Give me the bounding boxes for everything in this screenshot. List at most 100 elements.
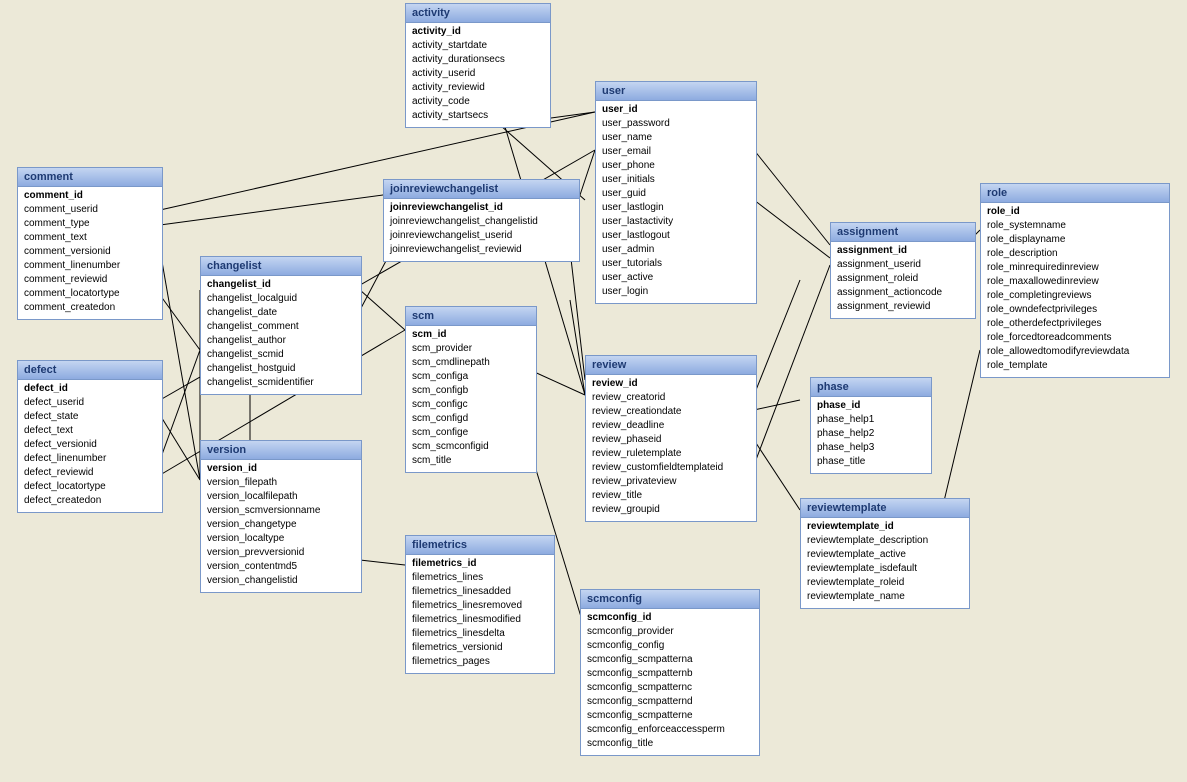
- entity-changelist[interactable]: changelistchangelist_idchangelist_localg…: [200, 256, 362, 395]
- field-joinreviewchangelist_userid[interactable]: joinreviewchangelist_userid: [390, 229, 573, 243]
- field-version_changelistid[interactable]: version_changelistid: [207, 574, 355, 588]
- entity-joinreviewchangelist[interactable]: joinreviewchangelist joinreviewchangelist…: [383, 179, 580, 262]
- entity-header[interactable]: role: [981, 184, 1169, 203]
- field-joinreviewchangelist_changelistid[interactable]: joinreviewchangelist_changelistid: [390, 215, 573, 229]
- field-activity_reviewid[interactable]: activity_reviewid: [412, 81, 544, 95]
- field-activity_code[interactable]: activity_code: [412, 95, 544, 109]
- entity-header[interactable]: scmconfig: [581, 590, 759, 609]
- field-defect_text[interactable]: defect_text: [24, 424, 156, 438]
- field-reviewtemplate_description[interactable]: reviewtemplate_description: [807, 534, 963, 548]
- field-comment_id[interactable]: comment_id: [24, 189, 156, 203]
- field-user_login[interactable]: user_login: [602, 285, 750, 299]
- field-defect_id[interactable]: defect_id: [24, 382, 156, 396]
- field-changelist_id[interactable]: changelist_id: [207, 278, 355, 292]
- field-role_displayname[interactable]: role_displayname: [987, 233, 1163, 247]
- field-comment_userid[interactable]: comment_userid: [24, 203, 156, 217]
- entity-activity[interactable]: activity activity_idactivity_startdateact…: [405, 3, 551, 128]
- entity-header[interactable]: activity: [406, 4, 550, 23]
- entity-header[interactable]: review: [586, 356, 756, 375]
- field-activity_startdate[interactable]: activity_startdate: [412, 39, 544, 53]
- field-reviewtemplate_id[interactable]: reviewtemplate_id: [807, 520, 963, 534]
- field-role_template[interactable]: role_template: [987, 359, 1163, 373]
- field-comment_versionid[interactable]: comment_versionid: [24, 245, 156, 259]
- field-role_completingreviews[interactable]: role_completingreviews: [987, 289, 1163, 303]
- entity-scm[interactable]: scmscm_idscm_providerscm_cmdlinepathscm_…: [405, 306, 537, 473]
- field-activity_id[interactable]: activity_id: [412, 25, 544, 39]
- field-user_email[interactable]: user_email: [602, 145, 750, 159]
- field-user_initials[interactable]: user_initials: [602, 173, 750, 187]
- field-scm_scmconfigid[interactable]: scm_scmconfigid: [412, 440, 530, 454]
- field-scm_configd[interactable]: scm_configd: [412, 412, 530, 426]
- field-phase_help3[interactable]: phase_help3: [817, 441, 925, 455]
- field-filemetrics_linesmodified[interactable]: filemetrics_linesmodified: [412, 613, 548, 627]
- field-version_scmversionname[interactable]: version_scmversionname: [207, 504, 355, 518]
- field-phase_id[interactable]: phase_id: [817, 399, 925, 413]
- field-role_forcedtoreadcomments[interactable]: role_forcedtoreadcomments: [987, 331, 1163, 345]
- field-version_localfilepath[interactable]: version_localfilepath: [207, 490, 355, 504]
- field-activity_startsecs[interactable]: activity_startsecs: [412, 109, 544, 123]
- field-scmconfig_scmpatternd[interactable]: scmconfig_scmpatternd: [587, 695, 753, 709]
- field-user_admin[interactable]: user_admin: [602, 243, 750, 257]
- field-user_active[interactable]: user_active: [602, 271, 750, 285]
- field-scm_title[interactable]: scm_title: [412, 454, 530, 468]
- field-role_id[interactable]: role_id: [987, 205, 1163, 219]
- field-scmconfig_enforceaccessperm[interactable]: scmconfig_enforceaccessperm: [587, 723, 753, 737]
- field-review_title[interactable]: review_title: [592, 489, 750, 503]
- field-changelist_scmid[interactable]: changelist_scmid: [207, 348, 355, 362]
- field-changelist_localguid[interactable]: changelist_localguid: [207, 292, 355, 306]
- entity-comment[interactable]: commentcomment_idcomment_useridcomment_t…: [17, 167, 163, 320]
- field-scm_configa[interactable]: scm_configa: [412, 370, 530, 384]
- entity-header[interactable]: scm: [406, 307, 536, 326]
- field-changelist_hostguid[interactable]: changelist_hostguid: [207, 362, 355, 376]
- entity-review[interactable]: reviewreview_idreview_creatoridreview_cr…: [585, 355, 757, 522]
- field-scmconfig_id[interactable]: scmconfig_id: [587, 611, 753, 625]
- field-changelist_date[interactable]: changelist_date: [207, 306, 355, 320]
- field-scm_provider[interactable]: scm_provider: [412, 342, 530, 356]
- field-scm_confige[interactable]: scm_confige: [412, 426, 530, 440]
- field-user_phone[interactable]: user_phone: [602, 159, 750, 173]
- field-review_creatorid[interactable]: review_creatorid: [592, 391, 750, 405]
- field-joinreviewchangelist_reviewid[interactable]: joinreviewchangelist_reviewid: [390, 243, 573, 257]
- entity-defect[interactable]: defectdefect_iddefect_useriddefect_state…: [17, 360, 163, 513]
- field-version_changetype[interactable]: version_changetype: [207, 518, 355, 532]
- field-review_id[interactable]: review_id: [592, 377, 750, 391]
- field-role_maxallowedinreview[interactable]: role_maxallowedinreview: [987, 275, 1163, 289]
- field-scm_cmdlinepath[interactable]: scm_cmdlinepath: [412, 356, 530, 370]
- field-scmconfig_provider[interactable]: scmconfig_provider: [587, 625, 753, 639]
- field-scmconfig_scmpatternb[interactable]: scmconfig_scmpatternb: [587, 667, 753, 681]
- field-defect_state[interactable]: defect_state: [24, 410, 156, 424]
- field-phase_title[interactable]: phase_title: [817, 455, 925, 469]
- field-filemetrics_versionid[interactable]: filemetrics_versionid: [412, 641, 548, 655]
- field-filemetrics_id[interactable]: filemetrics_id: [412, 557, 548, 571]
- field-changelist_scmidentifier[interactable]: changelist_scmidentifier: [207, 376, 355, 390]
- field-defect_linenumber[interactable]: defect_linenumber: [24, 452, 156, 466]
- field-scm_id[interactable]: scm_id: [412, 328, 530, 342]
- field-joinreviewchangelist_id[interactable]: joinreviewchangelist_id: [390, 201, 573, 215]
- field-review_customfieldtemplateid[interactable]: review_customfieldtemplateid: [592, 461, 750, 475]
- entity-header[interactable]: assignment: [831, 223, 975, 242]
- field-filemetrics_lines[interactable]: filemetrics_lines: [412, 571, 548, 585]
- field-version_prevversionid[interactable]: version_prevversionid: [207, 546, 355, 560]
- field-reviewtemplate_name[interactable]: reviewtemplate_name: [807, 590, 963, 604]
- entity-header[interactable]: version: [201, 441, 361, 460]
- field-version_contentmd5[interactable]: version_contentmd5: [207, 560, 355, 574]
- field-changelist_author[interactable]: changelist_author: [207, 334, 355, 348]
- field-assignment_actioncode[interactable]: assignment_actioncode: [837, 286, 969, 300]
- field-changelist_comment[interactable]: changelist_comment: [207, 320, 355, 334]
- field-scmconfig_config[interactable]: scmconfig_config: [587, 639, 753, 653]
- field-scmconfig_title[interactable]: scmconfig_title: [587, 737, 753, 751]
- field-review_ruletemplate[interactable]: review_ruletemplate: [592, 447, 750, 461]
- field-scmconfig_scmpatternc[interactable]: scmconfig_scmpatternc: [587, 681, 753, 695]
- field-user_lastactivity[interactable]: user_lastactivity: [602, 215, 750, 229]
- field-assignment_id[interactable]: assignment_id: [837, 244, 969, 258]
- field-assignment_userid[interactable]: assignment_userid: [837, 258, 969, 272]
- field-comment_linenumber[interactable]: comment_linenumber: [24, 259, 156, 273]
- entity-header[interactable]: joinreviewchangelist: [384, 180, 579, 199]
- field-defect_reviewid[interactable]: defect_reviewid: [24, 466, 156, 480]
- field-role_systemname[interactable]: role_systemname: [987, 219, 1163, 233]
- field-user_password[interactable]: user_password: [602, 117, 750, 131]
- field-scmconfig_scmpatterna[interactable]: scmconfig_scmpatterna: [587, 653, 753, 667]
- field-filemetrics_pages[interactable]: filemetrics_pages: [412, 655, 548, 669]
- entity-header[interactable]: comment: [18, 168, 162, 187]
- field-user_id[interactable]: user_id: [602, 103, 750, 117]
